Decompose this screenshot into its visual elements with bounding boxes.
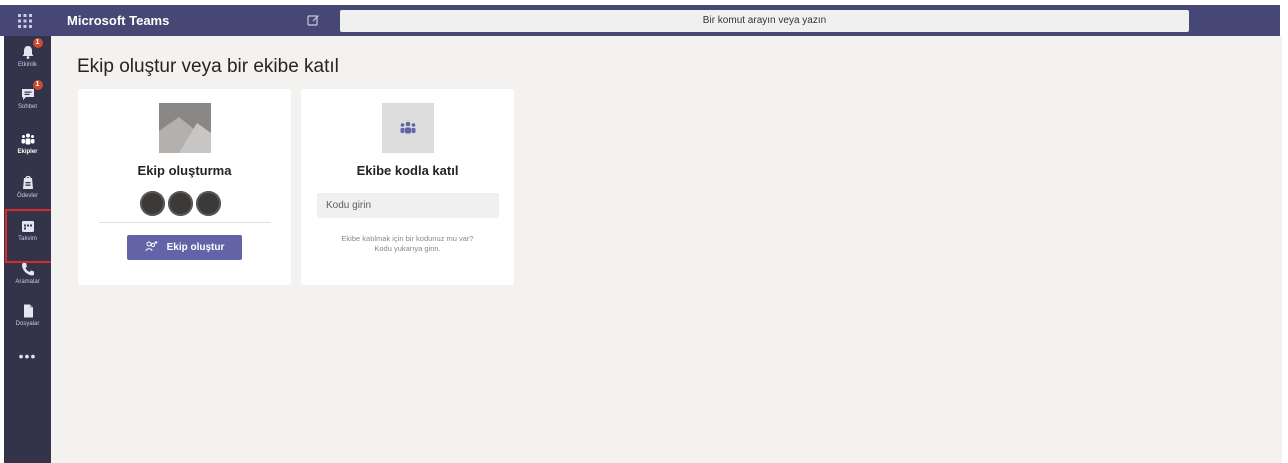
- create-card-title: Ekip oluşturma: [137, 163, 232, 178]
- rail-item-label: Etkinlik: [17, 62, 37, 68]
- member-avatars: [140, 191, 221, 216]
- avatar: [168, 191, 193, 216]
- join-help-text: Ekibe katılmak için bir kodunuz mu var? …: [301, 234, 514, 254]
- rail-item-files[interactable]: Dosyalar: [4, 298, 51, 336]
- team-code-input[interactable]: [317, 193, 499, 218]
- image-placeholder-icon: [159, 103, 211, 153]
- join-card-title: Ekibe kodla katıl: [356, 163, 459, 178]
- rail-item-assignments[interactable]: Ödevler: [4, 170, 51, 208]
- rail-item-label: Ekipler: [17, 149, 38, 155]
- create-team-card[interactable]: Ekip oluşturma Ekip oluştur: [78, 89, 291, 285]
- avatar: [140, 191, 165, 216]
- rail-item-label: Ödevler: [16, 193, 38, 199]
- app-title: Microsoft Teams: [67, 13, 170, 28]
- window-edge: [1280, 0, 1288, 36]
- notification-badge: 1: [32, 38, 43, 48]
- bell-icon: 1: [20, 38, 43, 60]
- rail-item-label: Sohbet: [17, 104, 38, 110]
- notification-badge: 1: [32, 80, 43, 90]
- join-help-line: Ekibe katılmak için bir kodunuz mu var?: [341, 234, 474, 243]
- rail-item-label: Dosyalar: [15, 321, 40, 327]
- command-search-box[interactable]: Bir komut arayın veya yazın: [340, 10, 1189, 32]
- chat-icon: 1: [20, 80, 43, 102]
- join-team-card: Ekibe kodla katıl Ekibe katılmak için bi…: [301, 89, 514, 285]
- teams-icon: [382, 103, 434, 153]
- rail-item-label: Aramalar: [15, 279, 40, 285]
- new-chat-icon[interactable]: [303, 5, 323, 36]
- create-team-button[interactable]: Ekip oluştur: [127, 235, 242, 260]
- app-launcher-icon[interactable]: [0, 5, 50, 36]
- assignments-icon: [20, 175, 36, 191]
- more-apps-icon[interactable]: •••: [4, 348, 51, 364]
- teams-icon: [20, 131, 36, 147]
- rail-item-activity[interactable]: 1 Etkinlik: [4, 38, 51, 77]
- avatar: [196, 191, 221, 216]
- rail-item-teams[interactable]: Ekipler: [4, 126, 51, 164]
- join-help-line: Kodu yukarıya girin.: [374, 244, 441, 253]
- files-icon: [20, 303, 36, 319]
- page-title: Ekip oluştur veya bir ekibe katıl: [77, 56, 339, 77]
- title-bar: Microsoft Teams Bir komut arayın veya ya…: [0, 5, 1282, 36]
- divider: [99, 222, 271, 223]
- create-team-button-label: Ekip oluştur: [166, 242, 225, 253]
- add-people-icon: [145, 240, 159, 255]
- phone-icon: [20, 261, 36, 277]
- rail-item-chat[interactable]: 1 Sohbet: [4, 80, 51, 119]
